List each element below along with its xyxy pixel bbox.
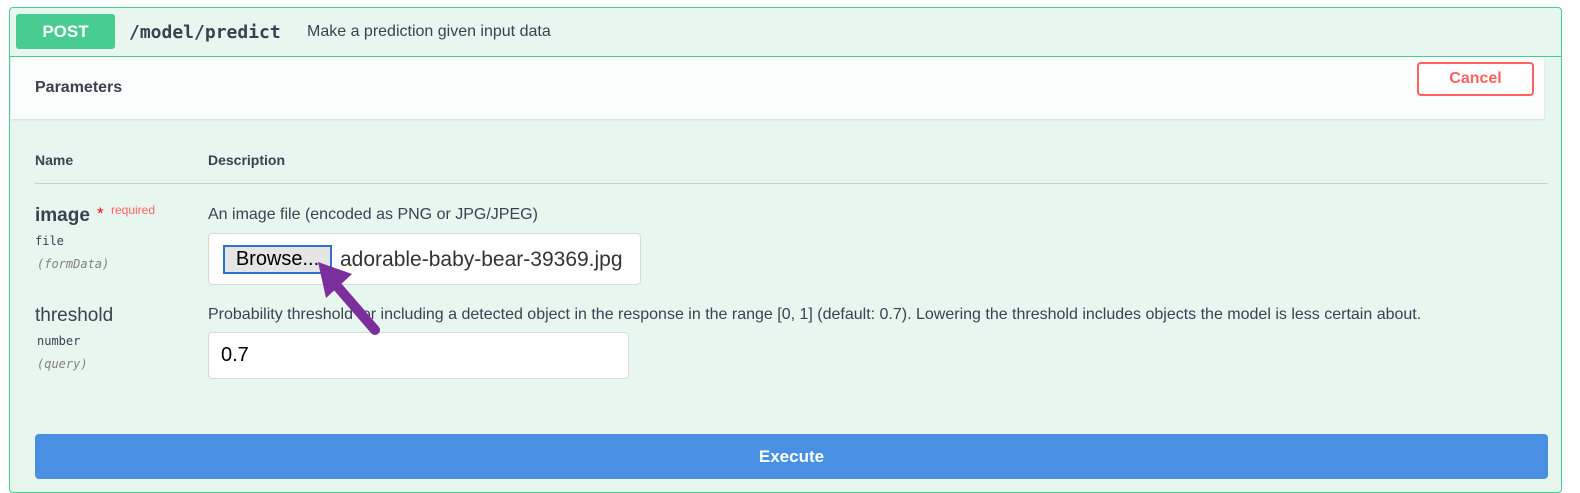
required-star: * bbox=[97, 204, 104, 223]
parameters-header: Parameters bbox=[11, 57, 1544, 119]
header-divider bbox=[35, 183, 1548, 184]
threshold-input[interactable] bbox=[208, 332, 629, 379]
execute-button[interactable]: Execute bbox=[35, 434, 1548, 479]
column-header-description: Description bbox=[208, 152, 286, 168]
param-type-threshold: number bbox=[37, 334, 81, 348]
param-name-image: image bbox=[35, 205, 90, 226]
column-header-name: Name bbox=[35, 152, 74, 168]
param-name-threshold: threshold bbox=[35, 305, 114, 326]
arrow-pointer-icon bbox=[318, 262, 380, 335]
cancel-button[interactable]: Cancel bbox=[1417, 62, 1534, 96]
param-type-image: file bbox=[35, 234, 64, 248]
operation-summary[interactable]: POST /model/predict Make a prediction gi… bbox=[10, 8, 1561, 57]
operation-summary-text: Make a prediction given input data bbox=[307, 23, 551, 40]
param-in-image: (formData) bbox=[37, 257, 110, 271]
param-description-image: An image file (encoded as PNG or JPG/JPE… bbox=[208, 206, 538, 223]
method-badge: POST bbox=[16, 14, 115, 49]
required-label: required bbox=[111, 203, 156, 217]
param-in-threshold: (query) bbox=[37, 357, 88, 371]
file-input[interactable]: Browse... adorable-baby-bear-39369.jpg bbox=[208, 233, 641, 285]
operation-path: /model/predict bbox=[129, 22, 281, 43]
parameters-title: Parameters bbox=[35, 79, 123, 96]
